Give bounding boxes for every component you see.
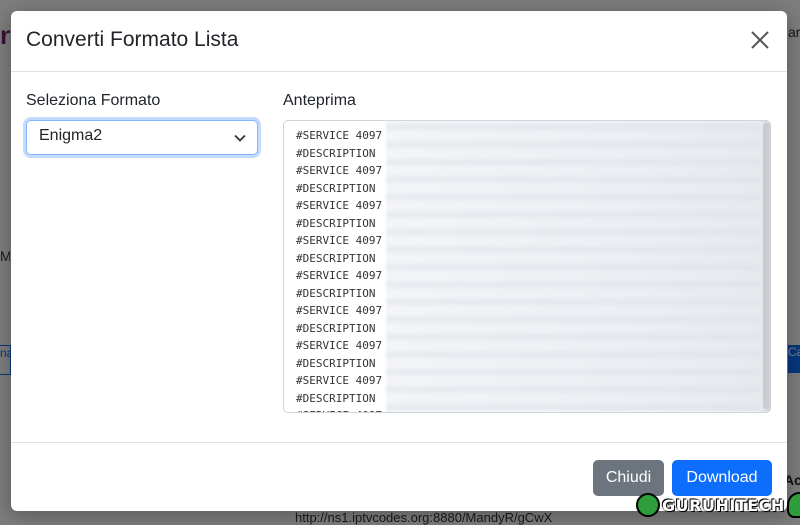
format-label: Seleziona Formato bbox=[26, 92, 161, 109]
watermark-logo: GURUHITECH bbox=[636, 492, 800, 518]
preview-textarea[interactable]: #SERVICE 4097 #DESCRIPTION #SERVICE 4097 #D… bbox=[283, 120, 771, 413]
download-button[interactable]: Download bbox=[672, 460, 772, 496]
preview-line: #SERVICE 4097 bbox=[296, 164, 383, 177]
watermark-text: GURUHITECH bbox=[662, 495, 785, 515]
watermark-g-icon bbox=[636, 493, 660, 517]
preview-scrollbar[interactable] bbox=[763, 123, 769, 409]
format-select[interactable]: Enigma2 bbox=[26, 120, 258, 155]
modal-body: Seleziona Formato Enigma2 Anteprima #SER… bbox=[11, 72, 787, 443]
preview-line: #DESCRIPTION bbox=[296, 146, 376, 160]
preview-line: #DESCRIPTION bbox=[296, 181, 376, 195]
convert-format-modal: Converti Formato Lista Seleziona Formato… bbox=[11, 11, 787, 511]
preview-line: #DESCRIPTION bbox=[296, 216, 376, 230]
preview-line: #DESCRIPTION bbox=[296, 321, 376, 335]
preview-line: #SERVICE 4097 bbox=[296, 199, 383, 212]
preview-line: #SERVICE 4097 bbox=[296, 304, 383, 317]
preview-line: #DESCRIPTION bbox=[296, 356, 376, 370]
preview-line: #DESCRIPTION bbox=[296, 286, 376, 300]
modal-header: Converti Formato Lista bbox=[11, 11, 787, 72]
format-select-value: Enigma2 bbox=[39, 127, 103, 144]
chevron-down-icon bbox=[234, 134, 246, 142]
redacted-content bbox=[386, 121, 770, 412]
preview-line: #DESCRIPTION bbox=[296, 391, 376, 405]
preview-line: #SERVICE 4097 bbox=[296, 374, 383, 387]
preview-line: #SERVICE 4097 bbox=[296, 129, 383, 142]
preview-lines: #SERVICE 4097 #DESCRIPTION #SERVICE 4097 #D… bbox=[296, 127, 383, 412]
modal-title: Converti Formato Lista bbox=[26, 28, 239, 51]
preview-line: #SERVICE 4097 bbox=[296, 339, 383, 352]
preview-line: #SERVICE 4097 bbox=[296, 234, 383, 247]
close-icon bbox=[751, 31, 769, 49]
preview-label: Anteprima bbox=[283, 92, 356, 109]
close-button[interactable] bbox=[745, 25, 775, 55]
chiudi-button[interactable]: Chiudi bbox=[593, 460, 664, 496]
preview-line: #DESCRIPTION bbox=[296, 251, 376, 265]
watermark-mascot-icon bbox=[786, 492, 800, 518]
preview-line: #SERVICE 4097 bbox=[296, 407, 382, 412]
preview-line: #SERVICE 4097 bbox=[296, 269, 383, 282]
